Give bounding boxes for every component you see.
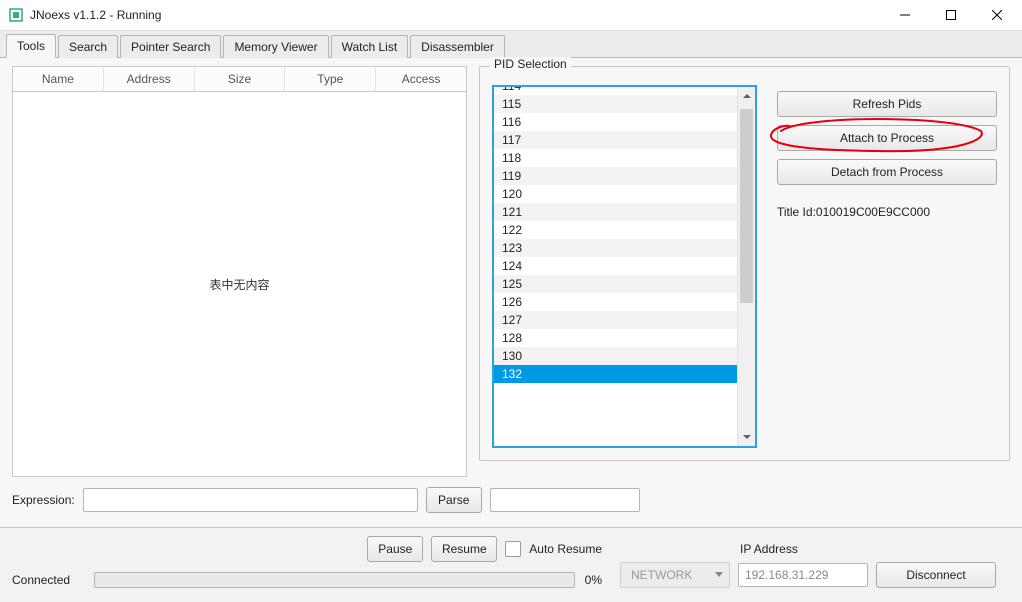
tab-strip: Tools Search Pointer Search Memory Viewe… [0,30,1022,58]
pid-list-item[interactable]: 126 [494,293,737,311]
expression-label: Expression: [12,493,75,507]
title-id-value: 010019C00E9CC000 [816,205,930,219]
pause-button[interactable]: Pause [367,536,423,562]
pid-list-item[interactable]: 118 [494,149,737,167]
table-body: 表中无内容 [12,92,467,477]
pid-scrollbar[interactable] [737,87,755,446]
app-icon [8,7,24,23]
window-title: JNoexs v1.1.2 - Running [30,8,882,22]
maximize-button[interactable] [928,0,974,30]
refresh-pids-button[interactable]: Refresh Pids [777,91,997,117]
pid-list-item[interactable]: 125 [494,275,737,293]
tab-tools[interactable]: Tools [6,34,56,58]
memory-table: Name Address Size Type Access 表中无内容 [12,66,467,477]
ip-address-input[interactable] [738,563,868,587]
chevron-down-icon [715,572,723,578]
scroll-up-icon[interactable] [738,87,755,105]
titlebar: JNoexs v1.1.2 - Running [0,0,1022,30]
expression-result[interactable] [490,488,640,512]
progress-percent: 0% [585,573,602,587]
memory-table-panel: Name Address Size Type Access 表中无内容 [12,66,467,477]
expression-row: Expression: Parse [0,477,1022,527]
pid-legend: PID Selection [490,57,571,71]
status-text: Connected [12,573,82,587]
pid-list[interactable]: 1141151161171181191201211221231241251261… [492,85,757,448]
disconnect-button[interactable]: Disconnect [876,562,996,588]
table-empty-text: 表中无内容 [209,276,269,293]
pid-list-item[interactable]: 116 [494,113,737,131]
resume-button[interactable]: Resume [431,536,497,562]
col-type[interactable]: Type [285,67,376,91]
window-controls [882,0,1020,30]
auto-resume-checkbox[interactable] [505,541,521,557]
pid-list-item[interactable]: 128 [494,329,737,347]
close-button[interactable] [974,0,1020,30]
tab-watch-list[interactable]: Watch List [331,35,409,58]
expression-input[interactable] [83,488,418,512]
scroll-thumb[interactable] [740,109,753,303]
table-header: Name Address Size Type Access [12,66,467,92]
pid-list-item[interactable]: 117 [494,131,737,149]
pid-list-item[interactable]: 115 [494,95,737,113]
auto-resume-label: Auto Resume [529,542,602,556]
pid-list-item[interactable]: 114 [494,85,737,95]
pid-list-item[interactable]: 124 [494,257,737,275]
pid-list-item[interactable]: 132 [494,365,737,383]
pid-list-item[interactable]: 119 [494,167,737,185]
ip-address-label: IP Address [740,542,1010,556]
scroll-track[interactable] [738,105,755,428]
title-id: Title Id:010019C00E9CC000 [777,205,997,219]
network-combo-label: NETWORK [631,568,692,582]
progress-bar: 0% [94,572,602,588]
detach-from-process-button[interactable]: Detach from Process [777,159,997,185]
pid-list-item[interactable]: 122 [494,221,737,239]
bottom-bar: Pause Resume Auto Resume Connected 0% IP… [0,527,1022,602]
minimize-button[interactable] [882,0,928,30]
pid-list-item[interactable]: 127 [494,311,737,329]
content-area: Name Address Size Type Access 表中无内容 PID … [0,58,1022,527]
network-combo[interactable]: NETWORK [620,562,730,588]
col-name[interactable]: Name [13,67,104,91]
parse-button[interactable]: Parse [426,487,482,513]
col-size[interactable]: Size [195,67,286,91]
scroll-down-icon[interactable] [738,428,755,446]
tab-search[interactable]: Search [58,35,118,58]
tab-disassembler[interactable]: Disassembler [410,35,505,58]
col-access[interactable]: Access [376,67,466,91]
pid-buttons: Refresh Pids Attach to Process Detach fr… [777,85,997,448]
attach-to-process-button[interactable]: Attach to Process [777,125,997,151]
tab-pointer-search[interactable]: Pointer Search [120,35,221,58]
pid-list-item[interactable]: 121 [494,203,737,221]
title-id-label: Title Id: [777,205,816,219]
pid-list-item[interactable]: 130 [494,347,737,365]
pid-panel: PID Selection 11411511611711811912012112… [479,66,1010,477]
pid-list-item[interactable]: 123 [494,239,737,257]
col-address[interactable]: Address [104,67,195,91]
pid-list-item[interactable]: 120 [494,185,737,203]
tab-memory-viewer[interactable]: Memory Viewer [223,35,328,58]
